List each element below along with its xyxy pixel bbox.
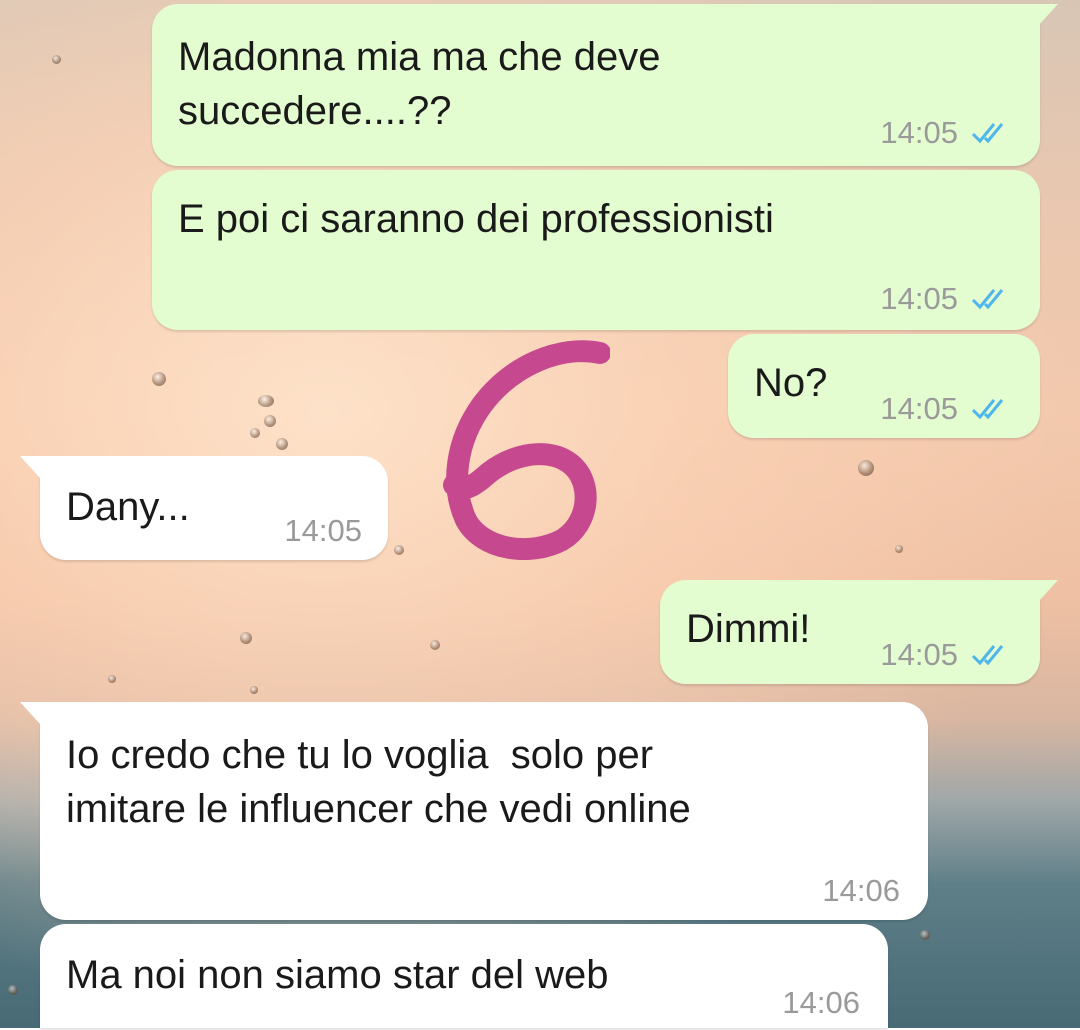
message-time: 14:05 — [880, 281, 958, 316]
handwritten-six-annotation — [443, 340, 610, 560]
water-drop — [240, 632, 252, 644]
message-bubble-outgoing[interactable]: Madonna mia ma che deve succedere....?? … — [152, 4, 1058, 166]
message-text: E poi ci saranno dei professionisti — [178, 197, 774, 241]
water-drop — [152, 372, 166, 386]
message-bubble-incoming[interactable]: Io credo che tu lo voglia solo per imita… — [20, 702, 928, 920]
message-text: Madonna mia ma che deve succedere....?? — [178, 35, 661, 133]
water-drop — [858, 460, 874, 476]
message-meta: 14:05 — [880, 628, 1014, 682]
water-drop — [394, 545, 404, 555]
message-text: Ma noi non siamo star del web — [66, 953, 609, 997]
message-text: Dimmi! — [686, 607, 811, 651]
water-drop — [264, 415, 276, 427]
message-time: 14:05 — [284, 513, 362, 548]
message-meta: 14:05 — [880, 382, 1014, 436]
water-drop — [250, 428, 260, 438]
water-drop — [52, 55, 61, 64]
message-time: 14:05 — [880, 115, 958, 150]
message-bubble-outgoing[interactable]: E poi ci saranno dei professionisti 14:0… — [152, 170, 1040, 330]
water-drop — [895, 545, 903, 553]
message-text: Dany... — [66, 485, 190, 529]
message-meta: 14:05 — [284, 504, 362, 558]
message-meta: 14:06 — [782, 976, 860, 1030]
double-check-read-icon — [970, 641, 1014, 669]
water-drop — [250, 686, 258, 694]
message-time: 14:05 — [880, 391, 958, 426]
double-check-read-icon — [970, 285, 1014, 313]
water-drop — [8, 985, 18, 995]
message-text: No? — [754, 361, 828, 405]
water-drop — [108, 675, 116, 683]
message-time: 14:05 — [880, 637, 958, 672]
water-drop — [920, 930, 930, 940]
message-meta: 14:05 — [880, 106, 1014, 160]
message-time: 14:06 — [782, 985, 860, 1020]
message-bubble-outgoing[interactable]: No? 14:05 — [728, 334, 1040, 438]
message-bubble-incoming[interactable]: Ma noi non siamo star del web 14:06 — [40, 924, 888, 1028]
double-check-read-icon — [970, 395, 1014, 423]
water-drop — [258, 395, 274, 407]
message-bubble-outgoing[interactable]: Dimmi! 14:05 — [660, 580, 1058, 684]
message-bubble-incoming[interactable]: Dany... 14:05 — [20, 456, 388, 560]
message-meta: 14:06 — [822, 864, 900, 918]
water-drop — [430, 640, 440, 650]
double-check-read-icon — [970, 119, 1014, 147]
message-text: Io credo che tu lo voglia solo per imita… — [66, 733, 691, 831]
water-drop — [276, 438, 288, 450]
message-meta: 14:05 — [880, 272, 1014, 326]
message-time: 14:06 — [822, 873, 900, 908]
